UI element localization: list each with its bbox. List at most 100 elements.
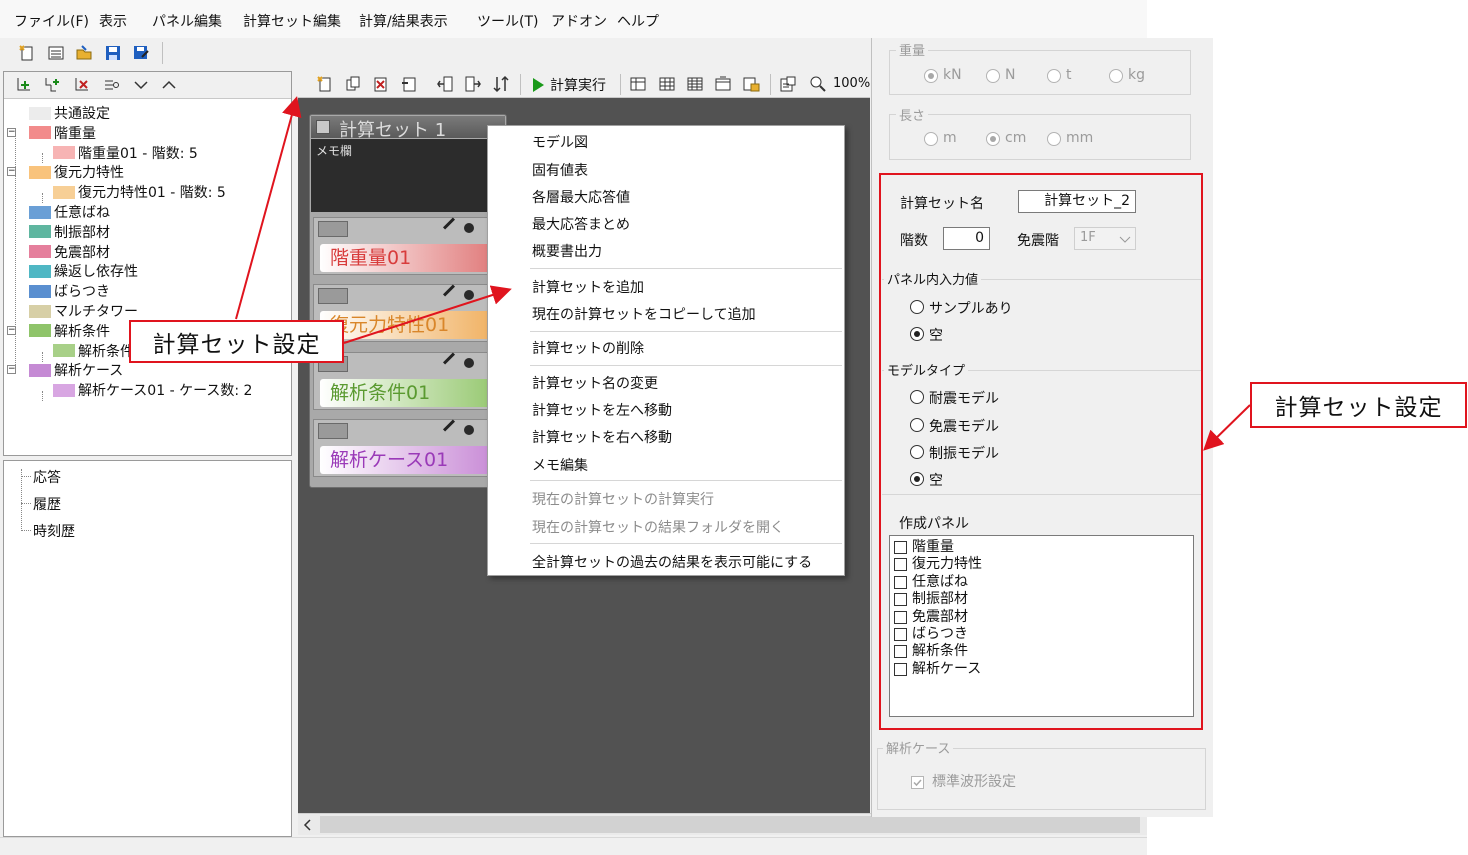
- tree-item[interactable]: ばらつき: [29, 281, 110, 301]
- context-menu-item[interactable]: 計算セット名の変更: [532, 373, 658, 393]
- menu-view[interactable]: 表示: [99, 11, 127, 31]
- menu-tools[interactable]: ツール(T): [477, 11, 538, 31]
- context-menu-item[interactable]: 全計算セットの過去の結果を表示可能にする: [532, 552, 812, 572]
- scrollbar-thumb[interactable]: [320, 816, 1140, 833]
- panel-card-label[interactable]: 復元力特性01: [320, 311, 496, 339]
- table-icon[interactable]: [629, 75, 647, 93]
- tree-item[interactable]: − 解析ケース: [7, 360, 123, 380]
- radio-button[interactable]: [1109, 69, 1123, 83]
- pencil-icon[interactable]: [442, 419, 456, 432]
- toggle-icon[interactable]: [464, 358, 474, 368]
- panel-card-label[interactable]: 階重量01: [320, 244, 496, 272]
- folder-table-icon[interactable]: [742, 75, 760, 93]
- toggle-icon[interactable]: [464, 425, 474, 435]
- open-folder-icon[interactable]: [75, 44, 93, 62]
- context-menu-item[interactable]: 最大応答まとめ: [532, 214, 630, 234]
- delete-node-icon[interactable]: [74, 76, 92, 94]
- calcset-header[interactable]: 計算セット 1: [311, 116, 505, 141]
- add-child-node-icon[interactable]: [44, 76, 62, 94]
- panel-card[interactable]: 解析ケース01: [313, 419, 503, 477]
- rename-set-icon[interactable]: [400, 75, 418, 93]
- tree-item[interactable]: 繰返し依存性: [29, 261, 138, 281]
- context-menu-item[interactable]: 計算セットを追加: [532, 277, 644, 297]
- tree-item-label: マルチタワー: [54, 304, 138, 320]
- panel-card[interactable]: 階重量01: [313, 217, 503, 275]
- tree-item[interactable]: 解析ケース01 - ケース数: 2: [53, 380, 252, 400]
- radio-button[interactable]: [924, 132, 938, 146]
- report-icon[interactable]: [779, 75, 797, 93]
- panel-card-label[interactable]: 解析ケース01: [320, 446, 496, 474]
- new-file-icon[interactable]: [18, 44, 36, 62]
- pencil-icon[interactable]: [442, 284, 456, 297]
- result-item-time-history[interactable]: 時刻歴: [33, 521, 75, 541]
- standard-wave-checkbox[interactable]: [911, 776, 924, 789]
- collapse-icon[interactable]: −: [7, 127, 16, 137]
- list-icon[interactable]: [47, 44, 65, 62]
- radio-button[interactable]: [924, 69, 938, 83]
- zoom-icon[interactable]: [809, 75, 827, 93]
- zoom-level[interactable]: 100%: [833, 76, 870, 91]
- tree-item[interactable]: − 解析条件: [7, 321, 110, 341]
- result-item-response[interactable]: 応答: [33, 467, 61, 487]
- save-icon[interactable]: [104, 44, 122, 62]
- chevron-up-icon[interactable]: [160, 76, 178, 94]
- context-menu-item[interactable]: 各層最大応答値: [532, 187, 630, 207]
- pencil-icon[interactable]: [442, 352, 456, 365]
- tree-item[interactable]: − 階重量: [7, 123, 96, 143]
- move-right-icon[interactable]: [464, 75, 482, 93]
- menu-calcset-edit[interactable]: 計算セット編集: [243, 11, 341, 31]
- new-set-icon[interactable]: [316, 75, 334, 93]
- menu-help[interactable]: ヘルプ: [617, 11, 659, 31]
- move-left-icon[interactable]: [436, 75, 454, 93]
- collapse-icon[interactable]: −: [7, 365, 16, 375]
- toggle-icon[interactable]: [464, 290, 474, 300]
- tree-item[interactable]: 階重量01 - 階数: 5: [53, 143, 198, 163]
- annotation-callout-left: 計算セット設定: [129, 320, 344, 363]
- context-menu-item[interactable]: 計算セットを右へ移動: [532, 427, 672, 447]
- context-menu-item[interactable]: メモ編集: [532, 455, 588, 475]
- grid-icon[interactable]: [658, 75, 676, 93]
- copy-set-icon[interactable]: [344, 75, 362, 93]
- tree-item[interactable]: − 復元力特性: [7, 162, 124, 182]
- tree-item[interactable]: 共通設定: [29, 103, 110, 123]
- radio-button[interactable]: [986, 132, 1000, 146]
- context-menu-item[interactable]: 計算セットを左へ移動: [532, 400, 672, 420]
- sort-icon[interactable]: [492, 75, 510, 93]
- menu-file[interactable]: ファイル(F): [14, 11, 89, 31]
- run-calc-button[interactable]: 計算実行: [550, 75, 606, 95]
- context-menu-item[interactable]: 計算セットの削除: [532, 338, 644, 358]
- pencil-icon[interactable]: [442, 217, 456, 230]
- calcset-select-box[interactable]: [316, 120, 330, 134]
- radio-button[interactable]: [1047, 69, 1061, 83]
- chevron-down-icon[interactable]: [132, 76, 150, 94]
- list-settings-icon[interactable]: [102, 76, 120, 94]
- tree-item[interactable]: 免震部材: [29, 242, 110, 262]
- context-menu-item[interactable]: 固有値表: [532, 160, 588, 180]
- result-item-history[interactable]: 履歴: [33, 494, 61, 514]
- tree-item-label: 復元力特性: [54, 165, 124, 182]
- menu-addon[interactable]: アドオン: [551, 11, 607, 31]
- tree-item[interactable]: 任意ばね: [29, 202, 110, 222]
- delete-set-icon[interactable]: [372, 75, 390, 93]
- menu-panel-edit[interactable]: パネル編集: [152, 11, 222, 31]
- tree-item[interactable]: 制振部材: [29, 222, 110, 242]
- add-node-icon[interactable]: [16, 76, 34, 94]
- toggle-icon[interactable]: [464, 223, 474, 233]
- window-icon[interactable]: [714, 75, 732, 93]
- play-icon[interactable]: [529, 76, 547, 94]
- radio-button[interactable]: [986, 69, 1000, 83]
- menu-calc-result[interactable]: 計算/結果表示: [359, 11, 448, 31]
- context-menu-item[interactable]: 概要書出力: [532, 241, 602, 261]
- context-menu-item[interactable]: モデル図: [532, 132, 588, 152]
- panel-card-label[interactable]: 解析条件01: [320, 379, 496, 407]
- collapse-icon[interactable]: −: [7, 325, 16, 335]
- scroll-left-icon[interactable]: [302, 818, 314, 832]
- radio-button[interactable]: [1047, 132, 1061, 146]
- grid-detail-icon[interactable]: [686, 75, 704, 93]
- tree-item[interactable]: マルチタワー: [29, 301, 138, 321]
- memo-area[interactable]: メモ欄: [311, 139, 505, 212]
- collapse-icon[interactable]: −: [7, 167, 16, 177]
- save-as-icon[interactable]: [132, 44, 150, 62]
- tree-item[interactable]: 復元力特性01 - 階数: 5: [53, 182, 226, 202]
- context-menu-item[interactable]: 現在の計算セットをコピーして追加: [532, 304, 756, 324]
